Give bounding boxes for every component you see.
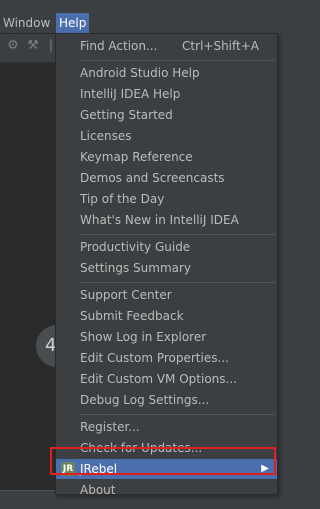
help-menu: Find Action... Ctrl+Shift+A Android Studio… <box>55 33 278 497</box>
menu-item-find-action[interactable]: Find Action... Ctrl+Shift+A <box>56 36 277 56</box>
menu-item-label: Support Center <box>80 288 172 302</box>
annotation-highlight-box <box>50 447 276 475</box>
menu-item-licenses[interactable]: Licenses <box>56 126 277 146</box>
menu-bar: Window Help <box>0 0 278 34</box>
menu-item-label: Edit Custom VM Options... <box>80 372 237 386</box>
menu-item-label: Demos and Screencasts <box>80 171 225 185</box>
menu-item-demos-and-screencasts[interactable]: Demos and Screencasts <box>56 168 277 188</box>
menu-item-edit-custom-properties[interactable]: Edit Custom Properties... <box>56 348 277 368</box>
menu-separator <box>79 234 275 235</box>
menu-item-label: IntelliJ IDEA Help <box>80 87 181 101</box>
menu-item-label: Android Studio Help <box>80 66 200 80</box>
menu-item-label: Debug Log Settings... <box>80 393 210 407</box>
menu-window[interactable]: Window <box>0 13 53 33</box>
menu-item-label: Tip of the Day <box>80 192 165 206</box>
menu-item-keymap-reference[interactable]: Keymap Reference <box>56 147 277 167</box>
menu-item-label: Show Log in Explorer <box>80 330 207 344</box>
menu-item-show-log-in-explorer[interactable]: Show Log in Explorer <box>56 327 277 347</box>
menu-item-getting-started[interactable]: Getting Started <box>56 105 277 125</box>
menu-item-label: Submit Feedback <box>80 309 184 323</box>
menu-item-edit-custom-vm-options[interactable]: Edit Custom VM Options... <box>56 369 277 389</box>
menu-item-intellij-idea-help[interactable]: IntelliJ IDEA Help <box>56 84 277 104</box>
menu-item-support-center[interactable]: Support Center <box>56 285 277 305</box>
menu-separator <box>79 414 275 415</box>
menu-item-shortcut: Ctrl+Shift+A <box>182 39 259 53</box>
menu-item-about[interactable]: About <box>56 480 277 500</box>
menu-separator <box>79 282 275 283</box>
menu-help[interactable]: Help <box>56 13 90 33</box>
menu-separator <box>79 60 275 61</box>
toolbar: ⚙ ⚒ | <box>0 34 56 60</box>
menu-item-label: Edit Custom Properties... <box>80 351 229 365</box>
menu-item-label: Licenses <box>80 129 132 143</box>
menu-item-label: Keymap Reference <box>80 150 193 164</box>
menu-item-submit-feedback[interactable]: Submit Feedback <box>56 306 277 326</box>
menu-item-label: Getting Started <box>80 108 173 122</box>
menu-item-label: Productivity Guide <box>80 240 191 254</box>
menu-item-tip-of-the-day[interactable]: Tip of the Day <box>56 189 277 209</box>
menu-item-android-studio-help[interactable]: Android Studio Help <box>56 63 277 83</box>
menu-item-debug-log-settings[interactable]: Debug Log Settings... <box>56 390 277 410</box>
menu-item-settings-summary[interactable]: Settings Summary <box>56 258 277 278</box>
toolbar-tool-icon[interactable]: ⚙ <box>6 39 20 53</box>
toolbar-hammer-icon[interactable]: ⚒ <box>26 39 40 53</box>
menu-item-label: What's New in IntelliJ IDEA <box>80 213 239 227</box>
menu-item-what-s-new-in-intellij-idea[interactable]: What's New in IntelliJ IDEA <box>56 210 277 230</box>
menu-item-productivity-guide[interactable]: Productivity Guide <box>56 237 277 257</box>
menu-item-register[interactable]: Register... <box>56 417 277 437</box>
menu-item-label: Find Action... <box>80 39 158 53</box>
menu-item-label: Register... <box>80 420 140 434</box>
menu-item-label: About <box>80 483 116 497</box>
menu-item-label: Settings Summary <box>80 261 192 275</box>
editor-area <box>0 62 56 493</box>
